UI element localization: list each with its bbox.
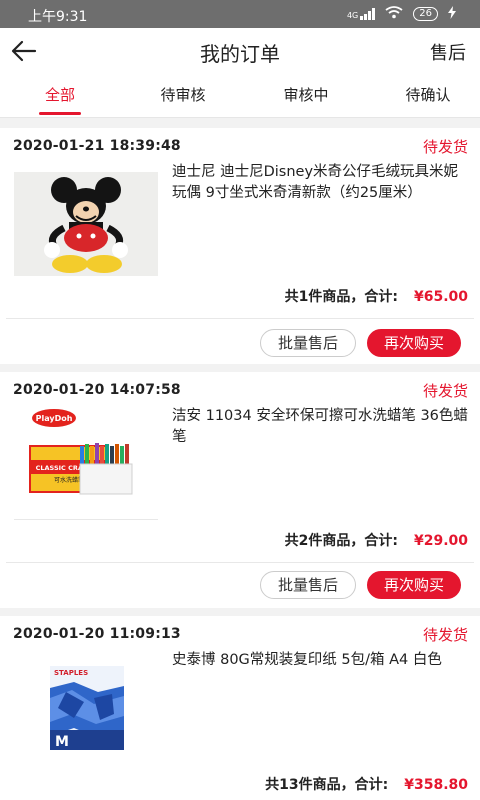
divider (6, 318, 474, 319)
product-image-paper[interactable]: STAPLES M (14, 658, 158, 762)
rebuy-button[interactable]: 再次购买 (367, 329, 461, 357)
nav-bar: 我的订单 售后 (0, 28, 480, 74)
crayons-box-image: PlayDoh CLASSIC CRAYONS 可水洗蜡笔 (14, 406, 158, 518)
tab-all[interactable]: 全部 (10, 84, 110, 105)
order-status: 待发货 (422, 138, 468, 156)
order-date: 2020-01-20 14:07:58 (13, 382, 181, 398)
active-tab-indicator (39, 112, 81, 115)
status-time: 上午9:31 (28, 9, 88, 25)
divider (6, 562, 474, 563)
status-icons: 4G 26 (347, 6, 456, 22)
status-bar: 上午9:31 4G 26 (0, 0, 480, 28)
product-name[interactable]: 迪士尼 迪士尼Disney米奇公仔毛绒玩具米妮玩偶 9寸坐式米奇清新款（约25厘… (172, 162, 468, 204)
order-total: ¥358.80 (404, 777, 468, 793)
mickey-plush-image (14, 172, 158, 276)
tab-pending-confirm[interactable]: 待确认 (378, 84, 478, 105)
order-total: ¥65.00 (413, 289, 468, 305)
product-name[interactable]: 史泰博 80G常规装复印纸 5包/箱 A4 白色 (172, 650, 468, 671)
brand-logo-text: PlayDoh (36, 414, 73, 423)
order-card[interactable]: 2020-01-21 18:39:48 待发货 迪士尼 迪士尼Disney米奇公… (0, 128, 480, 364)
tab-under-review[interactable]: 审核中 (256, 84, 356, 105)
product-image-crayons[interactable]: PlayDoh CLASSIC CRAYONS 可水洗蜡笔 (14, 406, 158, 520)
rebuy-button[interactable]: 再次购买 (367, 571, 461, 599)
batch-after-sales-button[interactable]: 批量售后 (260, 571, 356, 599)
order-summary: 共13件商品，合计: ¥358.80 (265, 774, 468, 794)
tab-pending-review[interactable]: 待审核 (133, 84, 233, 105)
charging-icon (448, 6, 456, 22)
paper-letter-text: M (55, 734, 69, 750)
order-status: 待发货 (422, 382, 468, 400)
order-date: 2020-01-21 18:39:48 (13, 138, 181, 154)
order-summary: 共2件商品，合计: ¥29.00 (285, 530, 468, 550)
order-summary: 共1件商品，合计: ¥65.00 (285, 286, 468, 306)
network-icon: 4G (346, 8, 376, 20)
item-count: 共1件商品，合计: (284, 289, 398, 305)
batch-after-sales-button[interactable]: 批量售后 (260, 329, 356, 357)
wifi-icon (385, 6, 403, 22)
order-total: ¥29.00 (413, 533, 468, 549)
copy-paper-image: STAPLES M (14, 658, 158, 762)
network-label: 4G (346, 11, 359, 20)
item-count: 共13件商品，合计: (265, 777, 389, 793)
paper-brand-text: STAPLES (54, 669, 88, 677)
order-card[interactable]: 2020-01-20 11:09:13 待发货 STAPLES M 史泰博 80… (0, 616, 480, 800)
after-sales-link[interactable]: 售后 (430, 39, 466, 65)
battery-icon: 26 (413, 7, 438, 21)
product-image-mickey[interactable] (14, 172, 158, 276)
order-tabs: 全部 待审核 审核中 待确认 (0, 74, 480, 118)
order-card[interactable]: 2020-01-20 14:07:58 待发货 PlayDoh CLASSIC … (0, 372, 480, 608)
order-date: 2020-01-20 11:09:13 (13, 626, 181, 642)
product-name[interactable]: 洁安 11034 安全环保可擦可水洗蜡笔 36色蜡笔 (172, 406, 468, 448)
order-status: 待发货 (422, 626, 468, 644)
item-count: 共2件商品，合计: (284, 533, 398, 549)
page-title: 我的订单 (200, 42, 280, 66)
